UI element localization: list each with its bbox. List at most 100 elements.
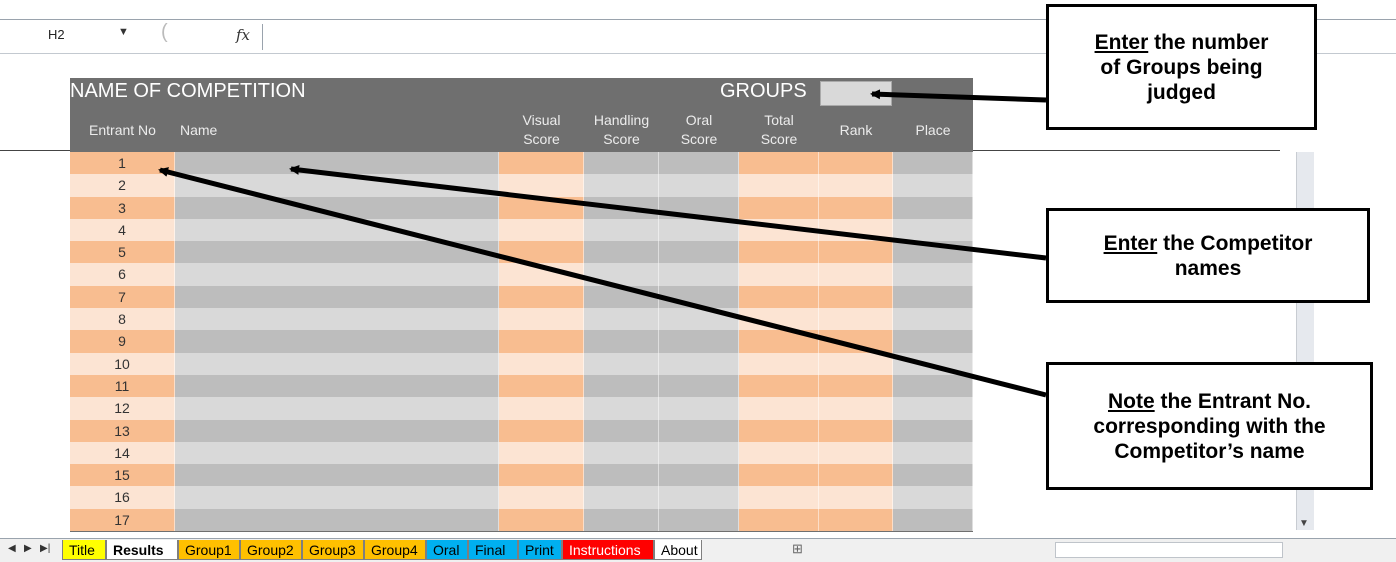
cell-name[interactable] xyxy=(175,152,499,175)
cell-rank[interactable] xyxy=(819,352,893,375)
tab-oral[interactable]: Oral xyxy=(426,540,468,560)
cell-oral-score[interactable] xyxy=(659,285,739,309)
cell-total-score[interactable] xyxy=(739,508,819,532)
cell-place[interactable] xyxy=(893,308,973,331)
cell-handling-score[interactable] xyxy=(584,218,659,242)
competition-title[interactable]: NAME OF COMPETITION xyxy=(70,80,306,103)
cell-total-score[interactable] xyxy=(739,152,819,175)
cell-place[interactable] xyxy=(893,196,973,219)
cell-visual-score[interactable] xyxy=(499,464,584,487)
cell-total-score[interactable] xyxy=(739,441,819,465)
cell-oral-score[interactable] xyxy=(659,397,739,420)
cell-oral-score[interactable] xyxy=(659,263,739,286)
new-sheet-icon[interactable]: ⊞ xyxy=(792,541,803,557)
cell-name[interactable] xyxy=(175,218,499,242)
cell-handling-score[interactable] xyxy=(584,508,659,532)
cell-place[interactable] xyxy=(893,174,973,197)
tab-instructions[interactable]: Instructions xyxy=(562,540,654,560)
cell-oral-score[interactable] xyxy=(659,174,739,197)
cell-visual-score[interactable] xyxy=(499,374,584,398)
cell-visual-score[interactable] xyxy=(499,285,584,309)
cell-rank[interactable] xyxy=(819,263,893,286)
cell-place[interactable] xyxy=(893,419,973,442)
cell-place[interactable] xyxy=(893,263,973,286)
cell-rank[interactable] xyxy=(819,308,893,331)
tab-print[interactable]: Print xyxy=(518,540,562,560)
cell-visual-score[interactable] xyxy=(499,441,584,465)
cell-visual-score[interactable] xyxy=(499,241,584,264)
cell-total-score[interactable] xyxy=(739,285,819,309)
cell-name[interactable] xyxy=(175,174,499,197)
cell-entrant-no[interactable]: 1 xyxy=(70,152,175,175)
cell-place[interactable] xyxy=(893,508,973,532)
cell-place[interactable] xyxy=(893,397,973,420)
cell-entrant-no[interactable]: 7 xyxy=(70,285,175,309)
tab-group2[interactable]: Group2 xyxy=(240,540,302,560)
cell-handling-score[interactable] xyxy=(584,174,659,197)
cell-rank[interactable] xyxy=(819,441,893,465)
cell-oral-score[interactable] xyxy=(659,374,739,398)
cell-total-score[interactable] xyxy=(739,196,819,219)
cell-handling-score[interactable] xyxy=(584,263,659,286)
cell-handling-score[interactable] xyxy=(584,285,659,309)
tab-about[interactable]: About xyxy=(654,540,702,560)
cell-place[interactable] xyxy=(893,374,973,398)
cell-entrant-no[interactable]: 15 xyxy=(70,464,175,487)
cell-total-score[interactable] xyxy=(739,397,819,420)
cell-place[interactable] xyxy=(893,285,973,309)
name-box[interactable]: H2 xyxy=(48,27,65,42)
cell-visual-score[interactable] xyxy=(499,486,584,509)
cell-handling-score[interactable] xyxy=(584,196,659,219)
tab-final[interactable]: Final xyxy=(468,540,518,560)
cell-oral-score[interactable] xyxy=(659,508,739,532)
groups-count-input[interactable] xyxy=(820,81,892,106)
cell-handling-score[interactable] xyxy=(584,241,659,264)
cell-name[interactable] xyxy=(175,196,499,219)
cell-total-score[interactable] xyxy=(739,419,819,442)
cell-oral-score[interactable] xyxy=(659,441,739,465)
cell-place[interactable] xyxy=(893,330,973,353)
cell-rank[interactable] xyxy=(819,152,893,175)
cell-rank[interactable] xyxy=(819,419,893,442)
cell-visual-score[interactable] xyxy=(499,263,584,286)
cell-name[interactable] xyxy=(175,508,499,532)
cell-total-score[interactable] xyxy=(739,308,819,331)
cell-oral-score[interactable] xyxy=(659,352,739,375)
cell-total-score[interactable] xyxy=(739,486,819,509)
cell-handling-score[interactable] xyxy=(584,419,659,442)
cell-entrant-no[interactable]: 2 xyxy=(70,174,175,197)
cell-visual-score[interactable] xyxy=(499,419,584,442)
cell-total-score[interactable] xyxy=(739,263,819,286)
cell-visual-score[interactable] xyxy=(499,218,584,242)
cell-name[interactable] xyxy=(175,352,499,375)
cell-entrant-no[interactable]: 10 xyxy=(70,352,175,375)
first-sheet-icon[interactable]: ◀ xyxy=(8,543,16,554)
cell-name[interactable] xyxy=(175,308,499,331)
cell-rank[interactable] xyxy=(819,218,893,242)
cell-place[interactable] xyxy=(893,352,973,375)
cell-entrant-no[interactable]: 3 xyxy=(70,196,175,219)
cell-oral-score[interactable] xyxy=(659,464,739,487)
cell-handling-score[interactable] xyxy=(584,441,659,465)
cell-oral-score[interactable] xyxy=(659,308,739,331)
cell-oral-score[interactable] xyxy=(659,330,739,353)
cell-entrant-no[interactable]: 11 xyxy=(70,374,175,398)
cell-name[interactable] xyxy=(175,419,499,442)
cell-entrant-no[interactable]: 14 xyxy=(70,441,175,465)
cell-place[interactable] xyxy=(893,441,973,465)
cell-entrant-no[interactable]: 17 xyxy=(70,508,175,532)
cell-name[interactable] xyxy=(175,241,499,264)
cell-oral-score[interactable] xyxy=(659,419,739,442)
cell-name[interactable] xyxy=(175,441,499,465)
cell-total-score[interactable] xyxy=(739,464,819,487)
cell-visual-score[interactable] xyxy=(499,174,584,197)
prev-sheet-icon[interactable]: ▶ xyxy=(24,543,32,554)
cell-place[interactable] xyxy=(893,486,973,509)
cell-visual-score[interactable] xyxy=(499,330,584,353)
cell-oral-score[interactable] xyxy=(659,241,739,264)
cell-name[interactable] xyxy=(175,263,499,286)
cell-handling-score[interactable] xyxy=(584,464,659,487)
cell-entrant-no[interactable]: 8 xyxy=(70,308,175,331)
cell-entrant-no[interactable]: 6 xyxy=(70,263,175,286)
cell-total-score[interactable] xyxy=(739,374,819,398)
